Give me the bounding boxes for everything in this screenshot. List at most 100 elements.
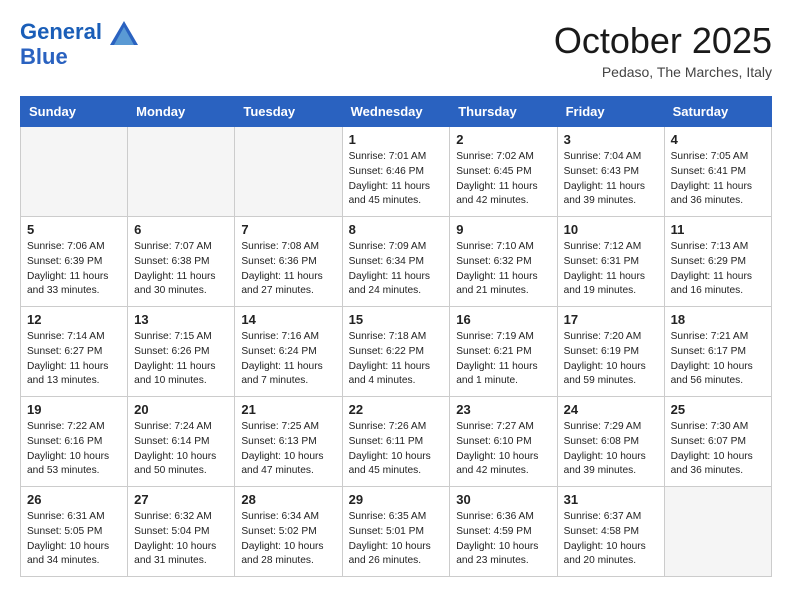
day-info: Sunrise: 7:22 AMSunset: 6:16 PMDaylight:… bbox=[27, 420, 121, 479]
logo: General Blue bbox=[20, 20, 138, 69]
day-info: Sunrise: 7:01 AMSunset: 6:46 PMDaylight:… bbox=[349, 150, 444, 209]
day-info: Sunrise: 7:29 AMSunset: 6:08 PMDaylight:… bbox=[564, 420, 658, 479]
day-number: 11 bbox=[671, 222, 765, 237]
day-number: 17 bbox=[564, 312, 658, 327]
day-number: 4 bbox=[671, 132, 765, 147]
day-info: Sunrise: 7:18 AMSunset: 6:22 PMDaylight:… bbox=[349, 330, 444, 389]
title-block: October 2025 Pedaso, The Marches, Italy bbox=[554, 20, 772, 80]
day-info: Sunrise: 7:19 AMSunset: 6:21 PMDaylight:… bbox=[456, 330, 550, 389]
calendar-cell: 10 Sunrise: 7:12 AMSunset: 6:31 PMDayligh… bbox=[557, 217, 664, 307]
weekday-header-tuesday: Tuesday bbox=[235, 97, 342, 127]
page-header: General Blue October 2025 Pedaso, The Ma… bbox=[20, 20, 772, 80]
calendar-cell: 13 Sunrise: 7:15 AMSunset: 6:26 PMDayligh… bbox=[128, 307, 235, 397]
calendar-cell: 6 Sunrise: 7:07 AMSunset: 6:38 PMDaylight… bbox=[128, 217, 235, 307]
calendar-cell: 15 Sunrise: 7:18 AMSunset: 6:22 PMDayligh… bbox=[342, 307, 450, 397]
calendar-cell bbox=[128, 127, 235, 217]
day-info: Sunrise: 7:12 AMSunset: 6:31 PMDaylight:… bbox=[564, 240, 658, 299]
week-row-0: 1 Sunrise: 7:01 AMSunset: 6:46 PMDaylight… bbox=[21, 127, 772, 217]
calendar-table: SundayMondayTuesdayWednesdayThursdayFrid… bbox=[20, 96, 772, 577]
calendar-cell: 5 Sunrise: 7:06 AMSunset: 6:39 PMDaylight… bbox=[21, 217, 128, 307]
week-row-3: 19 Sunrise: 7:22 AMSunset: 6:16 PMDayligh… bbox=[21, 397, 772, 487]
day-number: 26 bbox=[27, 492, 121, 507]
calendar-cell bbox=[235, 127, 342, 217]
logo-line2: Blue bbox=[20, 45, 138, 69]
day-info: Sunrise: 7:08 AMSunset: 6:36 PMDaylight:… bbox=[241, 240, 335, 299]
day-info: Sunrise: 7:07 AMSunset: 6:38 PMDaylight:… bbox=[134, 240, 228, 299]
day-number: 10 bbox=[564, 222, 658, 237]
day-number: 5 bbox=[27, 222, 121, 237]
day-info: Sunrise: 7:13 AMSunset: 6:29 PMDaylight:… bbox=[671, 240, 765, 299]
calendar-cell: 4 Sunrise: 7:05 AMSunset: 6:41 PMDaylight… bbox=[664, 127, 771, 217]
day-number: 31 bbox=[564, 492, 658, 507]
day-number: 13 bbox=[134, 312, 228, 327]
day-info: Sunrise: 7:27 AMSunset: 6:10 PMDaylight:… bbox=[456, 420, 550, 479]
week-row-1: 5 Sunrise: 7:06 AMSunset: 6:39 PMDaylight… bbox=[21, 217, 772, 307]
weekday-header-sunday: Sunday bbox=[21, 97, 128, 127]
weekday-header-thursday: Thursday bbox=[450, 97, 557, 127]
day-info: Sunrise: 7:14 AMSunset: 6:27 PMDaylight:… bbox=[27, 330, 121, 389]
calendar-cell: 1 Sunrise: 7:01 AMSunset: 6:46 PMDaylight… bbox=[342, 127, 450, 217]
day-number: 22 bbox=[349, 402, 444, 417]
calendar-cell: 14 Sunrise: 7:16 AMSunset: 6:24 PMDayligh… bbox=[235, 307, 342, 397]
weekday-header-row: SundayMondayTuesdayWednesdayThursdayFrid… bbox=[21, 97, 772, 127]
day-info: Sunrise: 7:15 AMSunset: 6:26 PMDaylight:… bbox=[134, 330, 228, 389]
month-title: October 2025 bbox=[554, 20, 772, 62]
day-info: Sunrise: 6:31 AMSunset: 5:05 PMDaylight:… bbox=[27, 510, 121, 569]
calendar-cell: 12 Sunrise: 7:14 AMSunset: 6:27 PMDayligh… bbox=[21, 307, 128, 397]
day-number: 2 bbox=[456, 132, 550, 147]
calendar-cell: 27 Sunrise: 6:32 AMSunset: 5:04 PMDayligh… bbox=[128, 487, 235, 577]
day-info: Sunrise: 7:16 AMSunset: 6:24 PMDaylight:… bbox=[241, 330, 335, 389]
calendar-cell: 31Sunrise: 6:37 AMSunset: 4:58 PMDayligh… bbox=[557, 487, 664, 577]
day-number: 27 bbox=[134, 492, 228, 507]
calendar-cell: 26 Sunrise: 6:31 AMSunset: 5:05 PMDayligh… bbox=[21, 487, 128, 577]
day-info: Sunrise: 7:09 AMSunset: 6:34 PMDaylight:… bbox=[349, 240, 444, 299]
day-info: Sunrise: 6:35 AMSunset: 5:01 PMDaylight:… bbox=[349, 510, 444, 569]
day-number: 7 bbox=[241, 222, 335, 237]
day-info: Sunrise: 7:06 AMSunset: 6:39 PMDaylight:… bbox=[27, 240, 121, 299]
day-number: 3 bbox=[564, 132, 658, 147]
day-info: Sunrise: 6:36 AMSunset: 4:59 PMDaylight:… bbox=[456, 510, 550, 569]
day-number: 12 bbox=[27, 312, 121, 327]
calendar-cell: 8Sunrise: 7:09 AMSunset: 6:34 PMDaylight… bbox=[342, 217, 450, 307]
weekday-header-wednesday: Wednesday bbox=[342, 97, 450, 127]
day-number: 1 bbox=[349, 132, 444, 147]
day-number: 21 bbox=[241, 402, 335, 417]
day-number: 9 bbox=[456, 222, 550, 237]
day-info: Sunrise: 7:04 AMSunset: 6:43 PMDaylight:… bbox=[564, 150, 658, 209]
day-info: Sunrise: 6:32 AMSunset: 5:04 PMDaylight:… bbox=[134, 510, 228, 569]
calendar-cell: 7 Sunrise: 7:08 AMSunset: 6:36 PMDaylight… bbox=[235, 217, 342, 307]
day-info: Sunrise: 7:02 AMSunset: 6:45 PMDaylight:… bbox=[456, 150, 550, 209]
weekday-header-saturday: Saturday bbox=[664, 97, 771, 127]
day-number: 6 bbox=[134, 222, 228, 237]
day-number: 29 bbox=[349, 492, 444, 507]
location-subtitle: Pedaso, The Marches, Italy bbox=[554, 64, 772, 80]
day-number: 19 bbox=[27, 402, 121, 417]
calendar-cell: 19 Sunrise: 7:22 AMSunset: 6:16 PMDayligh… bbox=[21, 397, 128, 487]
day-info: Sunrise: 7:10 AMSunset: 6:32 PMDaylight:… bbox=[456, 240, 550, 299]
calendar-cell: 9 Sunrise: 7:10 AMSunset: 6:32 PMDaylight… bbox=[450, 217, 557, 307]
day-info: Sunrise: 7:24 AMSunset: 6:14 PMDaylight:… bbox=[134, 420, 228, 479]
day-number: 24 bbox=[564, 402, 658, 417]
calendar-cell: 2 Sunrise: 7:02 AMSunset: 6:45 PMDaylight… bbox=[450, 127, 557, 217]
day-info: Sunrise: 6:34 AMSunset: 5:02 PMDaylight:… bbox=[241, 510, 335, 569]
calendar-cell bbox=[21, 127, 128, 217]
calendar-cell: 28 Sunrise: 6:34 AMSunset: 5:02 PMDayligh… bbox=[235, 487, 342, 577]
calendar-cell: 25Sunrise: 7:30 AMSunset: 6:07 PMDayligh… bbox=[664, 397, 771, 487]
calendar-cell: 30 Sunrise: 6:36 AMSunset: 4:59 PMDayligh… bbox=[450, 487, 557, 577]
calendar-cell: 22 Sunrise: 7:26 AMSunset: 6:11 PMDayligh… bbox=[342, 397, 450, 487]
calendar-cell: 17Sunrise: 7:20 AMSunset: 6:19 PMDayligh… bbox=[557, 307, 664, 397]
day-info: Sunrise: 7:25 AMSunset: 6:13 PMDaylight:… bbox=[241, 420, 335, 479]
day-number: 16 bbox=[456, 312, 550, 327]
weekday-header-friday: Friday bbox=[557, 97, 664, 127]
day-info: Sunrise: 7:21 AMSunset: 6:17 PMDaylight:… bbox=[671, 330, 765, 389]
day-number: 15 bbox=[349, 312, 444, 327]
weekday-header-monday: Monday bbox=[128, 97, 235, 127]
calendar-cell: 18Sunrise: 7:21 AMSunset: 6:17 PMDayligh… bbox=[664, 307, 771, 397]
day-number: 14 bbox=[241, 312, 335, 327]
day-number: 28 bbox=[241, 492, 335, 507]
day-info: Sunrise: 7:26 AMSunset: 6:11 PMDaylight:… bbox=[349, 420, 444, 479]
calendar-cell: 23Sunrise: 7:27 AMSunset: 6:10 PMDayligh… bbox=[450, 397, 557, 487]
day-info: Sunrise: 7:05 AMSunset: 6:41 PMDaylight:… bbox=[671, 150, 765, 209]
day-number: 30 bbox=[456, 492, 550, 507]
calendar-cell: 24 Sunrise: 7:29 AMSunset: 6:08 PMDayligh… bbox=[557, 397, 664, 487]
